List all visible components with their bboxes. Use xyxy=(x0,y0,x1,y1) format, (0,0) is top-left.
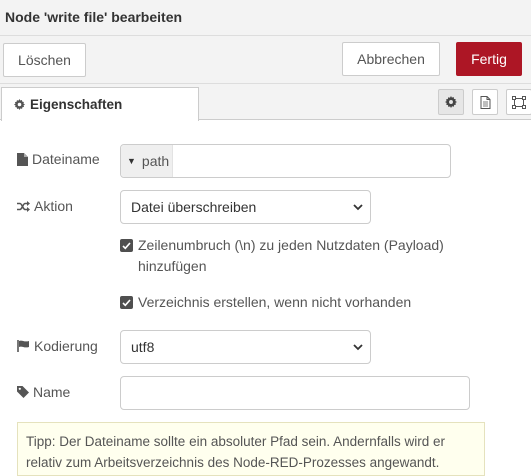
filename-label: Dateiname xyxy=(17,151,100,167)
tip-box: Tipp: Der Dateiname sollte ein absoluter… xyxy=(17,422,485,476)
action-selected-value: Datei überschreiben xyxy=(131,199,257,215)
delete-button[interactable]: Löschen xyxy=(3,43,86,77)
name-input[interactable] xyxy=(120,376,470,410)
encoding-label: Kodierung xyxy=(17,338,98,354)
shuffle-icon xyxy=(17,200,30,212)
name-label: Name xyxy=(17,384,70,400)
filename-typed-input[interactable]: ▼ path xyxy=(120,144,451,178)
tab-settings-icon-button[interactable] xyxy=(438,89,464,115)
encoding-select[interactable]: utf8 xyxy=(120,330,371,364)
chevron-down-icon xyxy=(353,344,363,351)
filename-type-selector[interactable]: ▼ path xyxy=(121,145,173,177)
dialog-button-bar: Löschen Abbrechen Fertig xyxy=(0,36,531,84)
newline-label: Zeilenumbruch (\n) zu jeden Nutzdaten (P… xyxy=(138,237,444,274)
tip-line-2: relativ zum Arbeitsverzeichnis des Node-… xyxy=(26,455,440,470)
flag-icon xyxy=(17,340,29,352)
newline-option[interactable]: Zeilenumbruch (\n) zu jeden Nutzdaten (P… xyxy=(120,235,444,277)
action-label: Aktion xyxy=(17,198,73,214)
tab-properties-label: Eigenschaften xyxy=(30,97,123,112)
gear-icon xyxy=(14,99,25,110)
done-button[interactable]: Fertig xyxy=(456,42,522,76)
check-icon xyxy=(122,298,131,306)
tab-appearance-icon-button[interactable] xyxy=(506,89,531,115)
tip-line-1: Tipp: Der Dateiname sollte ein absoluter… xyxy=(26,434,445,449)
gear-icon xyxy=(445,96,457,108)
action-select[interactable]: Datei überschreiben xyxy=(120,190,371,224)
file-icon xyxy=(17,152,28,166)
encoding-selected-value: utf8 xyxy=(131,339,155,355)
tab-bar: Eigenschaften xyxy=(0,84,531,121)
createdir-checkbox[interactable] xyxy=(120,296,133,309)
createdir-option[interactable]: Verzeichnis erstellen, wenn nicht vorhan… xyxy=(120,292,411,313)
dialog-header: Node 'write file' bearbeiten xyxy=(0,0,531,36)
dialog-title: Node 'write file' bearbeiten xyxy=(5,9,183,25)
newline-checkbox[interactable] xyxy=(120,239,133,252)
tag-icon xyxy=(17,386,29,398)
frame-icon xyxy=(512,95,526,109)
createdir-label: Verzeichnis erstellen, wenn nicht vorhan… xyxy=(138,294,412,310)
filename-value: path xyxy=(141,153,170,169)
check-icon xyxy=(122,241,131,249)
tab-description-icon-button[interactable] xyxy=(472,89,498,115)
caret-down-icon: ▼ xyxy=(127,156,136,166)
document-icon xyxy=(480,95,490,109)
cancel-button[interactable]: Abbrechen xyxy=(342,42,440,76)
tab-properties[interactable]: Eigenschaften xyxy=(1,87,199,121)
chevron-down-icon xyxy=(353,204,363,211)
